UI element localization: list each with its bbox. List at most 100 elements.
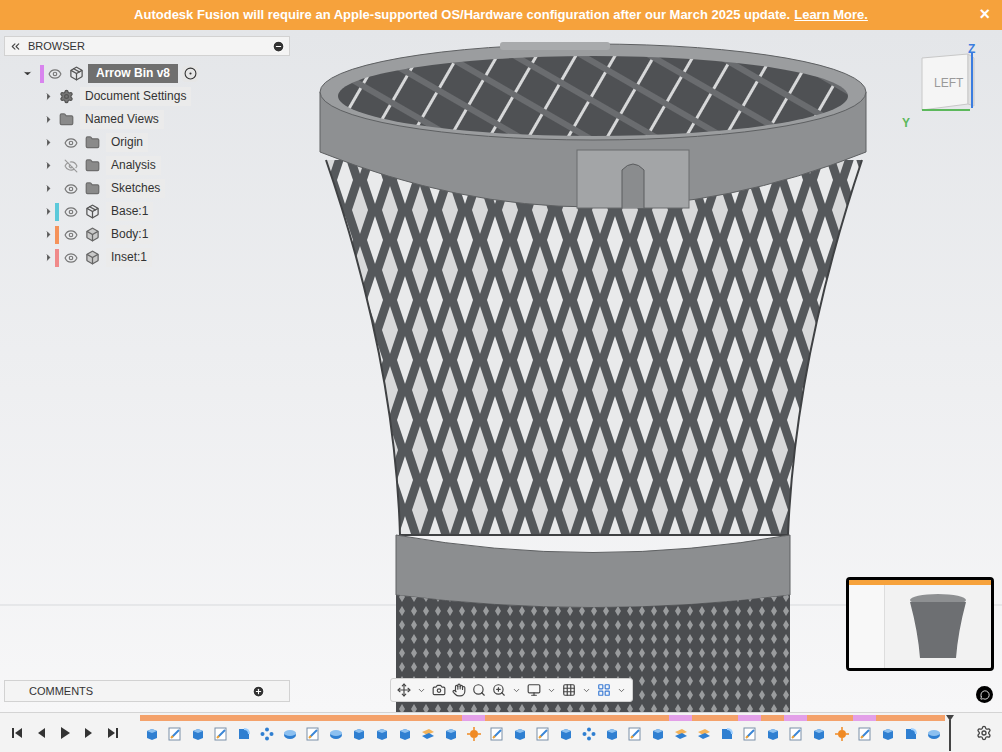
view-cube[interactable]: LEFTZY	[900, 46, 980, 130]
expand-toggle[interactable]	[41, 114, 55, 125]
expand-toggle[interactable]	[41, 252, 55, 263]
timeline-settings-icon[interactable]	[976, 725, 992, 741]
timeline-feature[interactable]	[669, 715, 692, 751]
browser-item-label[interactable]: Sketches	[106, 179, 165, 198]
timeline-feature[interactable]	[508, 715, 531, 751]
timeline-feature[interactable]	[692, 715, 715, 751]
dropdown-icon[interactable]	[547, 686, 556, 695]
browser-item-label[interactable]: Document Settings	[80, 87, 191, 106]
browser-item[interactable]: Sketches	[4, 177, 290, 200]
browser-item-label[interactable]: Analysis	[106, 156, 161, 175]
browser-item[interactable]: Named Views	[4, 108, 290, 131]
dropdown-icon[interactable]	[417, 686, 426, 695]
expand-toggle[interactable]	[41, 91, 55, 102]
browser-item[interactable]: Body:1	[4, 223, 290, 246]
timeline-feature[interactable]	[278, 715, 301, 751]
timeline-feature[interactable]	[439, 715, 462, 751]
browser-item-label[interactable]: Body:1	[106, 225, 153, 244]
browser-item[interactable]: Inset:1	[4, 246, 290, 269]
timeline-feature[interactable]	[485, 715, 508, 751]
expand-toggle[interactable]	[41, 183, 55, 194]
visibility-toggle[interactable]	[61, 228, 81, 242]
dropdown-icon[interactable]	[582, 686, 591, 695]
browser-item[interactable]: Base:1	[4, 200, 290, 223]
timeline-feature[interactable]	[853, 715, 876, 751]
pan-icon[interactable]	[452, 683, 466, 697]
browser-item[interactable]: Document Settings	[4, 85, 290, 108]
timeline-feature[interactable]	[209, 715, 232, 751]
timeline-feature[interactable]	[646, 715, 669, 751]
browser-item[interactable]: Origin	[4, 131, 290, 154]
step-forward-icon[interactable]	[82, 726, 96, 740]
browser-item[interactable]: Analysis	[4, 154, 290, 177]
activate-toggle[interactable]	[182, 66, 198, 82]
zoom-icon[interactable]	[472, 683, 486, 697]
timeline-feature[interactable]	[830, 715, 853, 751]
preview-thumbnail[interactable]	[846, 577, 994, 671]
timeline-feature[interactable]	[715, 715, 738, 751]
look-at-icon[interactable]	[432, 683, 446, 697]
collapse-panel-icon[interactable]	[9, 40, 22, 53]
go-to-start-icon[interactable]	[10, 726, 24, 740]
browser-item-label[interactable]: Inset:1	[106, 248, 152, 267]
visibility-toggle[interactable]	[61, 182, 81, 196]
expand-toggle[interactable]	[41, 137, 55, 148]
view-cube-face[interactable]: LEFT	[934, 74, 963, 92]
timeline-feature[interactable]	[324, 715, 347, 751]
timeline-feature[interactable]	[393, 715, 416, 751]
expand-toggle[interactable]	[41, 206, 55, 217]
expand-toggle[interactable]	[41, 229, 55, 240]
visibility-toggle[interactable]	[61, 205, 81, 219]
timeline-feature[interactable]	[140, 715, 163, 751]
minimize-icon[interactable]	[272, 40, 285, 53]
timeline-feature[interactable]	[347, 715, 370, 751]
timeline-feature[interactable]	[531, 715, 554, 751]
visibility-toggle[interactable]	[61, 159, 81, 173]
timeline-marker-icon[interactable]	[945, 715, 955, 751]
banner-close-button[interactable]: ×	[979, 5, 990, 23]
browser-item-label[interactable]: Origin	[106, 133, 148, 152]
dropdown-icon[interactable]	[512, 686, 521, 695]
go-to-end-icon[interactable]	[106, 726, 120, 740]
timeline-feature[interactable]	[600, 715, 623, 751]
display-settings-icon[interactable]	[527, 683, 541, 697]
timeline-feature[interactable]	[301, 715, 324, 751]
timeline-feature[interactable]	[163, 715, 186, 751]
expand-toggle[interactable]	[41, 160, 55, 171]
fit-icon[interactable]	[492, 683, 506, 697]
browser-item-label[interactable]: Base:1	[106, 202, 153, 221]
root-item[interactable]: Arrow Bin v8	[4, 62, 290, 85]
canvas[interactable]: BROWSER Arrow Bin v8 Document Settings Name…	[0, 30, 1002, 712]
visibility-toggle[interactable]	[61, 251, 81, 265]
orbit-icon[interactable]	[397, 683, 411, 697]
timeline-feature[interactable]	[899, 715, 922, 751]
comments-panel[interactable]: COMMENTS	[4, 680, 290, 702]
timeline-feature[interactable]	[186, 715, 209, 751]
timeline-feature[interactable]	[876, 715, 899, 751]
browser-header[interactable]: BROWSER	[4, 36, 290, 56]
visibility-toggle[interactable]	[61, 136, 81, 150]
viewports-icon[interactable]	[597, 683, 611, 697]
play-icon[interactable]	[58, 726, 72, 740]
timeline-feature[interactable]	[623, 715, 646, 751]
timeline-feature[interactable]	[255, 715, 278, 751]
timeline-feature[interactable]	[232, 715, 255, 751]
visibility-toggle[interactable]	[44, 67, 66, 81]
timeline-feature[interactable]	[761, 715, 784, 751]
timeline-feature[interactable]	[416, 715, 439, 751]
step-back-icon[interactable]	[34, 726, 48, 740]
timeline-feature[interactable]	[554, 715, 577, 751]
timeline-feature[interactable]	[784, 715, 807, 751]
timeline-feature[interactable]	[462, 715, 485, 751]
dropdown-icon[interactable]	[617, 686, 626, 695]
help-button[interactable]	[976, 686, 993, 703]
grid-icon[interactable]	[562, 683, 576, 697]
learn-more-link[interactable]: Learn More.	[794, 5, 868, 25]
timeline-feature[interactable]	[922, 715, 945, 751]
timeline-feature[interactable]	[738, 715, 761, 751]
browser-item-label[interactable]: Named Views	[80, 110, 164, 129]
timeline-feature[interactable]	[577, 715, 600, 751]
timeline-feature[interactable]	[807, 715, 830, 751]
expand-toggle[interactable]	[20, 68, 34, 79]
add-comment-icon[interactable]	[252, 685, 265, 698]
